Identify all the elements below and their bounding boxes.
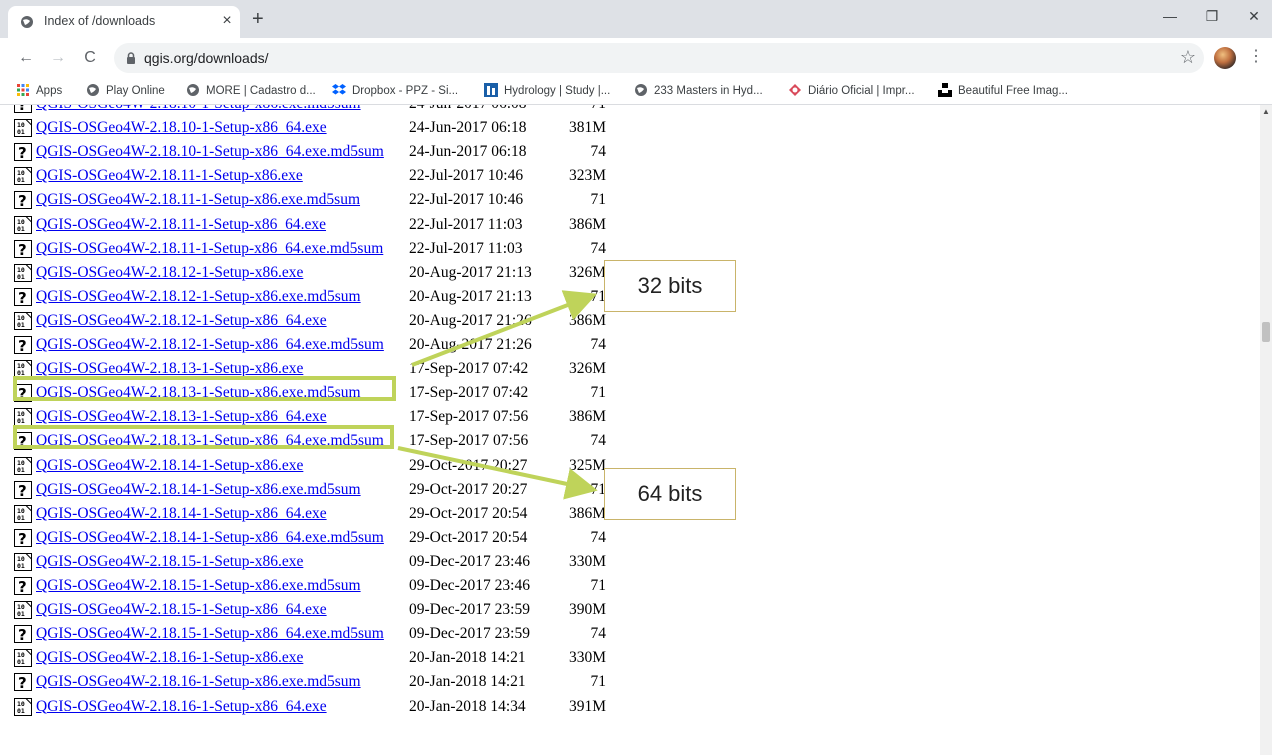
arrow-to-64-bits bbox=[397, 446, 598, 500]
annotation-arrows bbox=[397, 290, 598, 500]
arrow-to-32-bits bbox=[411, 290, 598, 367]
label-32-bits: 32 bits bbox=[604, 260, 736, 312]
label-64-bits: 64 bits bbox=[604, 468, 736, 520]
